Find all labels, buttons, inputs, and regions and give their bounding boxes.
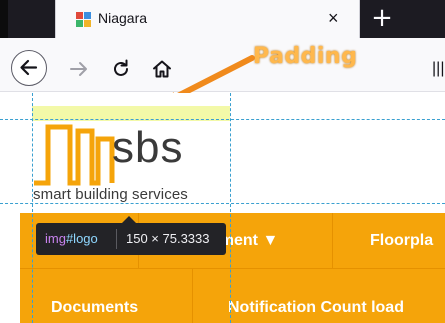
inspector-tooltip: img#logo 150 × 75.3333 (36, 216, 226, 255)
logo-tagline: smart building services (33, 186, 188, 203)
guide-line-left (32, 93, 33, 323)
tooltip-tag: img (45, 231, 66, 246)
forward-arrow-icon (70, 62, 87, 76)
tooltip-selector: img#logo (45, 231, 98, 246)
forward-button[interactable] (68, 58, 90, 80)
guide-line-top (0, 119, 445, 120)
menu-divider (192, 269, 193, 323)
guide-line-right (230, 93, 231, 323)
tab-close-icon[interactable]: × (328, 7, 339, 29)
logo-wordmark: sbs (112, 123, 184, 172)
padding-annotation-label: Padding (253, 44, 358, 69)
page-content: sbs smart building services pment ▼ Floo… (0, 93, 445, 323)
guide-line-bottom (0, 203, 445, 204)
back-arrow-icon (20, 59, 38, 76)
menu-row-bottom: Documents Notification Count load (20, 268, 445, 323)
tab-bar-edge (0, 0, 8, 38)
browser-tab[interactable]: Niagara × (55, 0, 360, 38)
menu-divider (332, 213, 333, 268)
back-button[interactable] (11, 50, 47, 86)
reload-button[interactable] (110, 58, 132, 80)
tooltip-dimensions: 150 × 75.3333 (126, 231, 210, 246)
tooltip-separator (116, 229, 117, 249)
tooltip-pointer (122, 216, 136, 223)
tooltip-id: #logo (65, 231, 98, 246)
new-tab-button[interactable]: + (368, 4, 396, 32)
library-icon[interactable]: ||| (432, 60, 444, 78)
menu-item-floorplan[interactable]: Floorpla (370, 232, 433, 250)
tab-bar: Niagara × + (0, 0, 445, 38)
reload-icon (114, 59, 128, 76)
menu-item-notification-count[interactable]: Notification Count load (228, 299, 404, 317)
niagara-favicon-icon (76, 12, 91, 27)
tab-title: Niagara (98, 10, 148, 26)
menu-item-documents[interactable]: Documents (51, 299, 138, 317)
